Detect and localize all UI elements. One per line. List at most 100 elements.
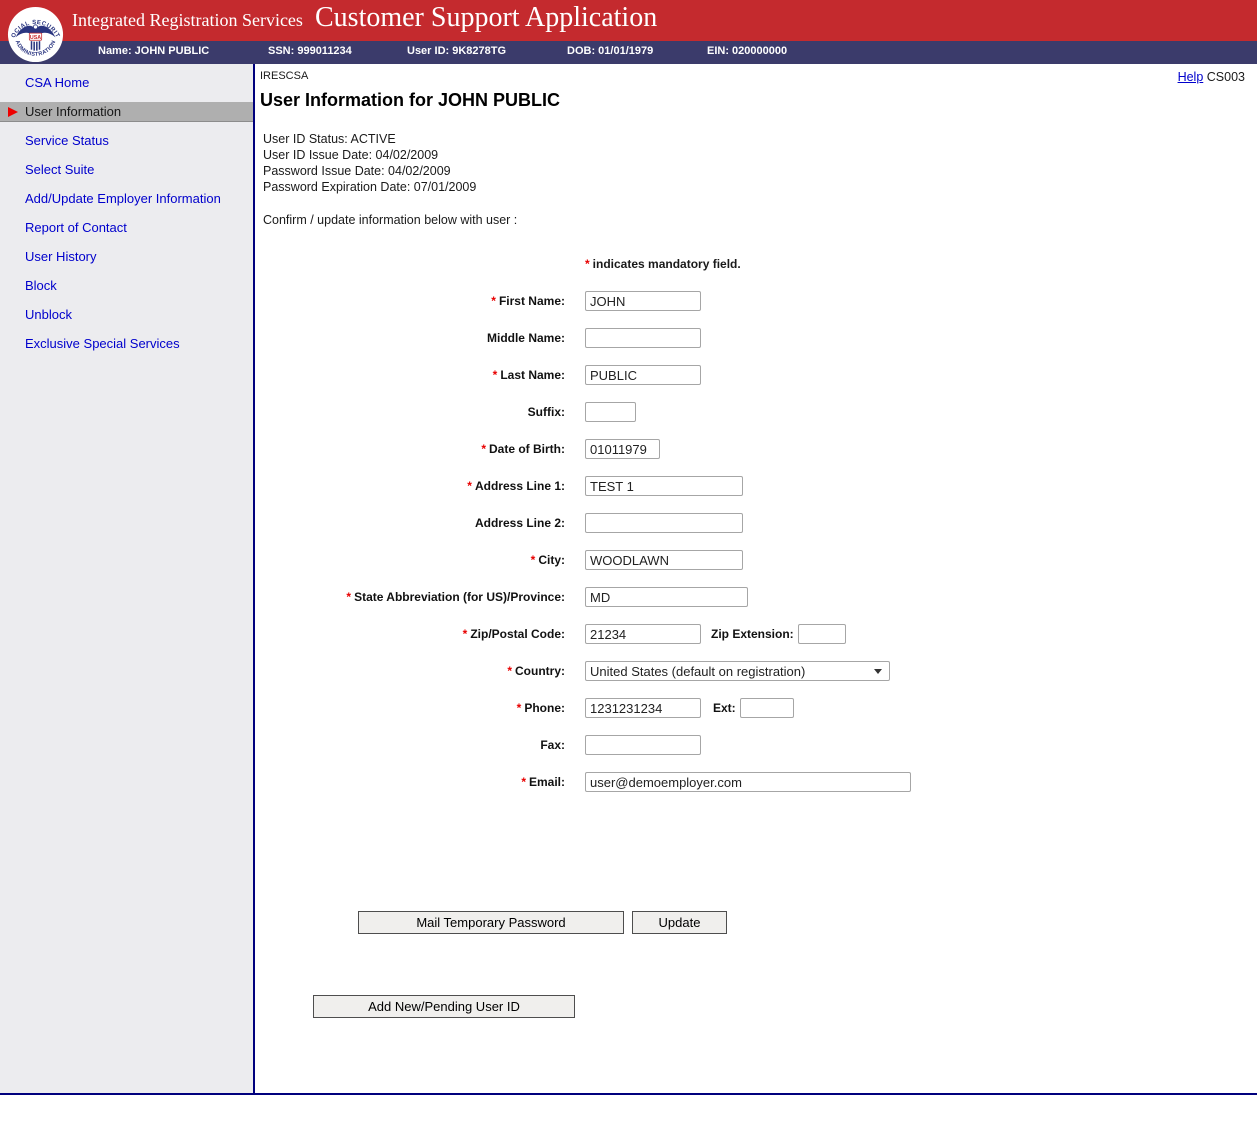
first-name-label: * First Name: [491,294,565,308]
seal-center-text: USA [30,35,41,41]
form-row: *Phone: Ext: [255,698,1257,718]
zip-label: * Zip/Postal Code: [462,627,565,641]
mandatory-note: * indicates mandatory field. [585,257,741,271]
email-label: * Email: [521,775,565,789]
ext-input[interactable] [739,698,794,718]
help-link[interactable]: Help [1178,70,1204,84]
middle-name-label: Middle Name: [486,331,565,345]
page-code: CS003 [1206,70,1245,84]
form-row: Suffix: [255,402,1257,422]
suffix-label: Suffix: [527,405,565,419]
selected-arrow-icon [8,107,18,117]
user-id: User ID: 9K8278TG [407,45,507,57]
update-button[interactable]: Update [632,911,727,934]
first-name-input[interactable] [585,291,701,311]
country-label: * Country: [507,664,565,678]
sidebar-item-csa-home[interactable]: CSA Home [0,73,253,93]
required-asterisk: * [462,627,468,641]
city-input[interactable] [585,550,743,570]
fax-input[interactable] [585,735,701,755]
last-name-label: * Last Name: [492,368,565,382]
zip-extension-label: Zip Extension: [711,627,794,641]
sidebar-item-user-information[interactable]: User Information [0,102,253,122]
mail-temporary-password-button[interactable]: Mail Temporary Password [358,911,624,934]
sidebar-item-exclusive-special-services[interactable]: Exclusive Special Services [0,334,253,354]
zip-extension-input[interactable] [797,624,846,644]
required-asterisk: * [481,442,486,456]
bottom-divider [0,1093,1257,1095]
city-label: * City: [530,553,565,567]
sidebar-item-service-status[interactable]: Service Status [0,131,253,151]
dob-label: * Date of Birth: [481,442,565,456]
required-asterisk: * [521,775,526,789]
form-row: * First Name: [255,291,1257,311]
header-banner: Integrated Registration Services Custome… [0,0,1257,41]
user-name: Name: JOHN PUBLIC [98,45,210,57]
required-asterisk: * [492,368,498,382]
ext-label: Ext: [713,701,736,715]
sidebar-nav: CSA Home User Information Service Status… [0,64,255,1093]
state-label: * State Abbreviation (for US)/Province: [346,590,565,604]
fax-label: Fax: [540,738,565,752]
phone-label: * Phone: [516,701,565,715]
state-input[interactable] [585,587,748,607]
form-row: * City: [255,550,1257,570]
address-line1-input[interactable] [585,476,743,496]
sidebar-item-report-of-contact[interactable]: Report of Contact [0,218,253,238]
required-asterisk: * [516,701,522,715]
middle-name-input[interactable] [585,328,701,348]
form-row: Middle Name: [255,328,1257,348]
user-info-form: *First Name: Middle Name: *Last Name: Su… [255,291,1257,809]
user-ssn: SSN: 999011234 [268,45,352,57]
address1-label: * Address Line 1: [467,479,565,493]
suffix-input[interactable] [585,402,636,422]
confirm-instruction: Confirm / update information below with … [263,213,518,227]
form-row: * Last Name: [255,365,1257,385]
country-select-wrap: United States (default on registration) [585,661,890,681]
required-asterisk: * [467,479,472,493]
main-content: IRESCSA Help CS003 User Information for … [255,64,1257,1093]
user-info-bar: Name: JOHN PUBLIC SSN: 999011234 User ID… [0,41,1257,64]
last-name-input[interactable] [585,365,701,385]
password-expiration-date: Password Expiration Date: 07/01/2009 [263,180,477,194]
required-asterisk: * [507,664,512,678]
help-area: Help CS003 [1178,70,1245,84]
dob-input[interactable] [585,439,660,459]
user-id-status: User ID Status: ACTIVE [263,132,396,146]
form-row: *Zip/Postal Code: Zip Extension: [255,624,1257,644]
address2-label: Address Line 2: [474,516,565,530]
add-new-pending-user-id-button[interactable]: Add New/Pending User ID [313,995,575,1018]
required-asterisk: * [585,257,590,271]
form-row: * Date of Birth: [255,439,1257,459]
phone-input[interactable] [585,698,701,718]
form-row: * Email: [255,772,1257,792]
user-ein: EIN: 020000000 [707,45,788,57]
form-row: * State Abbreviation (for US)/Province: [255,587,1257,607]
sidebar-item-select-suite[interactable]: Select Suite [0,160,253,180]
brand-text: Integrated Registration Services [72,10,303,30]
app-title: Customer Support Application [315,2,658,33]
mandatory-note-text: indicates mandatory field. [592,257,741,271]
required-asterisk: * [530,553,536,567]
sidebar-item-add-update-employer[interactable]: Add/Update Employer Information [0,189,253,209]
form-row: * Country: United States (default on regi… [255,661,1257,681]
user-id-issue-date: User ID Issue Date: 04/02/2009 [263,148,439,162]
form-row: Fax: [255,735,1257,755]
status-block: User ID Status: ACTIVE User ID Issue Dat… [263,131,476,195]
zip-input[interactable] [585,624,701,644]
form-row: Address Line 2: [255,513,1257,533]
form-row: * Address Line 1: [255,476,1257,496]
sidebar-item-block[interactable]: Block [0,276,253,296]
password-issue-date: Password Issue Date: 04/02/2009 [263,164,451,178]
user-dob: DOB: 01/01/1979 [567,45,654,57]
email-input[interactable] [585,772,911,792]
required-asterisk: * [491,294,496,308]
sidebar-item-user-history[interactable]: User History [0,247,253,267]
ssa-seal-logo: SOCIAL SECURITY ADMINISTRATION USA [5,2,64,63]
page-title: User Information for JOHN PUBLIC [260,90,561,110]
country-select[interactable]: United States (default on registration) [585,661,890,681]
address-line2-input[interactable] [585,513,743,533]
sidebar-item-label: User Information [25,104,122,119]
sidebar-item-unblock[interactable]: Unblock [0,305,253,325]
required-asterisk: * [346,590,352,604]
